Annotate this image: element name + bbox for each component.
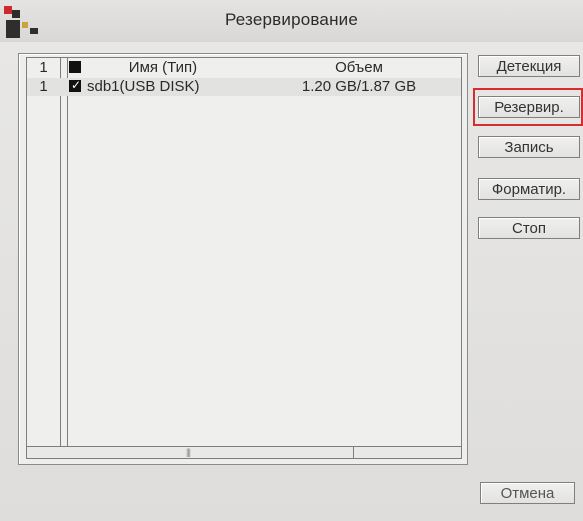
device-name: sdb1(USB DISK)	[87, 78, 200, 95]
dialog-title: Резервирование	[224, 10, 359, 29]
backup-button[interactable]: Резервир.	[478, 96, 580, 118]
device-table: 1 Имя (Тип) Объем 1 ✓ sdb1(USB DISK) 1.2…	[26, 57, 462, 447]
column-divider	[60, 58, 61, 446]
horizontal-scrollbar[interactable]: |||	[26, 446, 462, 459]
header-number: 1	[39, 59, 48, 76]
row-checkbox[interactable]: ✓	[69, 78, 82, 92]
table-row[interactable]: 1 ✓ sdb1(USB DISK) 1.20 GB/1.87 GB	[27, 78, 461, 96]
checkbox-checked-icon: ✓	[69, 78, 82, 92]
table-header-row: 1 Имя (Тип) Объем	[27, 59, 461, 79]
grip-icon: |||	[186, 447, 191, 457]
row-number: 1	[39, 78, 48, 95]
select-all-checkbox[interactable]	[69, 61, 81, 73]
detect-button[interactable]: Детекция	[478, 55, 580, 77]
column-divider	[67, 58, 68, 446]
device-volume: 1.20 GB/1.87 GB	[301, 78, 417, 95]
stop-button[interactable]: Стоп	[478, 217, 580, 239]
format-button[interactable]: Форматир.	[478, 178, 580, 200]
record-button[interactable]: Запись	[478, 136, 580, 158]
checkbox-icon	[69, 61, 81, 73]
cancel-button[interactable]: Отмена	[480, 482, 575, 504]
title-bar: Резервирование	[0, 0, 583, 42]
device-list-panel: 1 Имя (Тип) Объем 1 ✓ sdb1(USB DISK) 1.2…	[18, 53, 468, 465]
header-volume: Объем	[335, 59, 383, 76]
backup-dialog: Резервирование 1 Имя (Тип) Объем 1 ✓ sdb…	[0, 0, 583, 521]
scrollbar-thumb[interactable]: |||	[27, 447, 354, 458]
header-name-type: Имя (Тип)	[128, 59, 198, 76]
